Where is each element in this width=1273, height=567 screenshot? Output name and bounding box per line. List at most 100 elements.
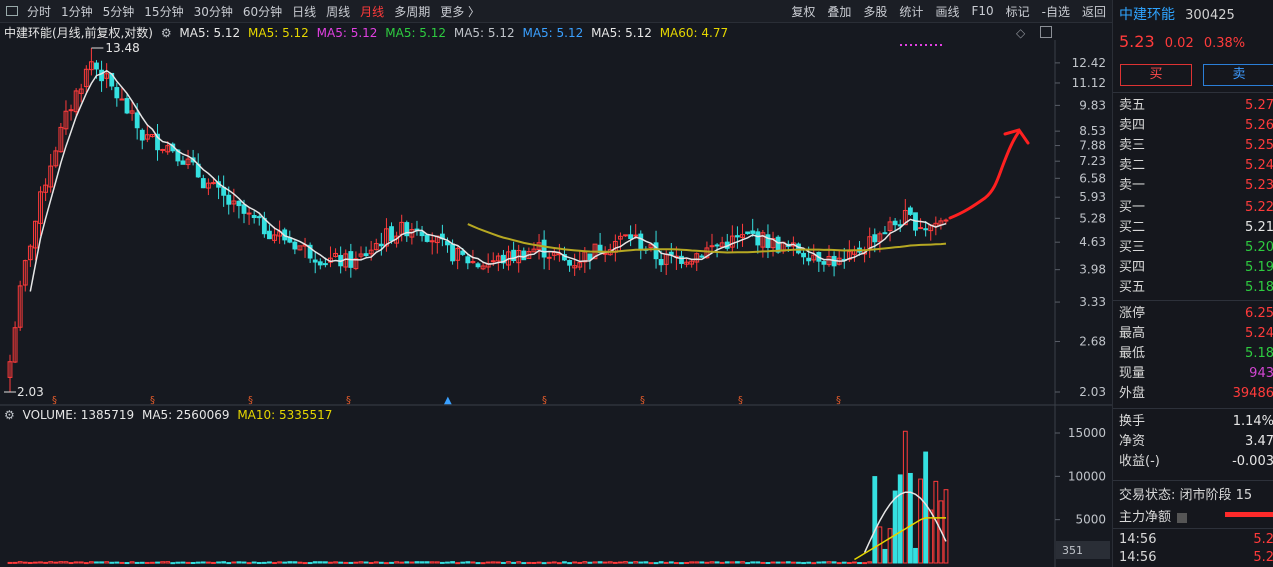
volume-bar [699,561,705,564]
volume-bar [638,561,644,564]
bid-row[interactable]: 买一 5.22 [1119,198,1273,218]
volume-bar [887,528,893,564]
volume-bar [236,561,242,564]
volume-bar [38,561,43,564]
volume-tick-label: 5000 [1075,513,1106,527]
volume-bar [714,561,720,564]
stat-label: 涨停 [1119,306,1146,321]
volume-bar [684,561,689,564]
volume-bar [521,562,527,565]
bid-row[interactable]: 买二 5.21 [1119,218,1273,238]
price-tick-label: 8.53 [1079,124,1106,138]
volume-bar [531,561,537,564]
candle-body [567,260,572,266]
volume-bar [679,562,684,565]
tick-time: 14:56 [1119,550,1157,565]
event-marker: § [640,395,645,406]
volume-bar [729,561,735,564]
bid-row[interactable]: 买四 5.19 [1119,258,1273,278]
price-change-pct: 0.38% [1203,36,1246,51]
kline-chart[interactable]: 12.42 11.12 9.83 8.537.887.23 6.58 5.93 5.28 4.… [0,0,1112,567]
volume-bar [53,561,59,564]
volume-bar [353,561,359,564]
buy-button[interactable]: 买 [1120,64,1192,86]
volume-bar [399,561,405,564]
ask-price: 5.27 [1245,98,1273,113]
volume-bar [541,562,547,565]
volume-bar [689,561,695,564]
volume-bar [287,561,293,564]
ask-row[interactable]: 卖一 5.23 [1119,176,1273,196]
event-marker: § [52,395,57,406]
candle-body [796,243,801,254]
collapse-diamond-icon[interactable]: ◇ [1016,26,1025,40]
volume-bar [12,561,18,564]
volume-bar [241,561,247,564]
volume-bar [740,561,745,564]
volume-bar [389,561,394,564]
stock-name[interactable]: 中建环能 [1119,7,1175,23]
volume-bar [43,561,49,564]
window-square-icon[interactable] [1040,26,1052,38]
volume-bar [506,561,511,564]
bid-price: 5.22 [1245,200,1273,215]
bid-label: 买五 [1119,280,1146,295]
event-marker: § [346,395,351,406]
volume-bar [414,561,420,564]
volume-bar [852,561,857,564]
fundamental-value: -0.003 [1232,454,1273,469]
price-tick-label: 3.33 [1079,295,1106,309]
volume-bar [343,561,349,564]
bid-label: 买一 [1119,200,1146,215]
volume-bar [170,562,176,565]
ask-row[interactable]: 卖五 5.27 [1119,96,1273,116]
volume-bar [450,561,455,564]
volume-bar [139,561,145,564]
volume-bar [231,561,237,564]
candle-body [918,227,923,230]
event-marker: § [836,395,841,406]
bid-price: 5.20 [1245,240,1273,255]
ma-label-7: MA5: 5.12 [591,26,652,40]
candle-body [882,232,888,235]
ask-row[interactable]: 卖二 5.24 [1119,156,1273,176]
price-tick-label: 2.68 [1079,335,1106,349]
stat-row: 涨停 6.25 [1119,304,1273,324]
stat-label: 最高 [1119,326,1146,341]
sell-button[interactable]: 卖 [1203,64,1273,86]
volume-bar [419,561,425,564]
ask-row[interactable]: 卖三 5.25 [1119,136,1273,156]
bid-label: 买二 [1119,220,1146,235]
flow-square-icon[interactable] [1177,512,1188,523]
ask-row[interactable]: 卖四 5.26 [1119,116,1273,136]
volume-bar [897,474,903,564]
volume-bar [424,561,430,564]
bid-row[interactable]: 买五 5.18 [1119,278,1273,298]
volume-bar [485,561,491,564]
volume-bar [907,472,913,564]
candle-body [267,230,272,240]
stat-label: 外盘 [1119,386,1146,401]
volume-bar [211,561,216,564]
candle-body [546,256,552,259]
volume-bar [592,561,598,564]
volume-bar [328,561,333,564]
volume-bar [816,561,822,564]
volume-gear-icon[interactable]: ⚙ [4,408,15,422]
bid-row[interactable]: 买三 5.20 [1119,238,1273,258]
volume-bar [439,561,445,564]
volume-bar [806,561,812,564]
volume-bar [317,561,323,564]
volume-bar [607,561,613,564]
candle-body [139,129,145,141]
price-tick-label: 9.83 [1079,98,1106,112]
event-marker: ▲ [444,395,452,406]
volume-bar [7,561,13,564]
volume-tick-label: 10000 [1068,469,1106,483]
candle-body [424,234,430,242]
candle-body [419,231,425,237]
volume-bar [160,561,166,564]
candle-body [801,252,806,258]
settings-gear-icon[interactable]: ⚙ [161,26,172,40]
volume-bar [770,561,776,564]
